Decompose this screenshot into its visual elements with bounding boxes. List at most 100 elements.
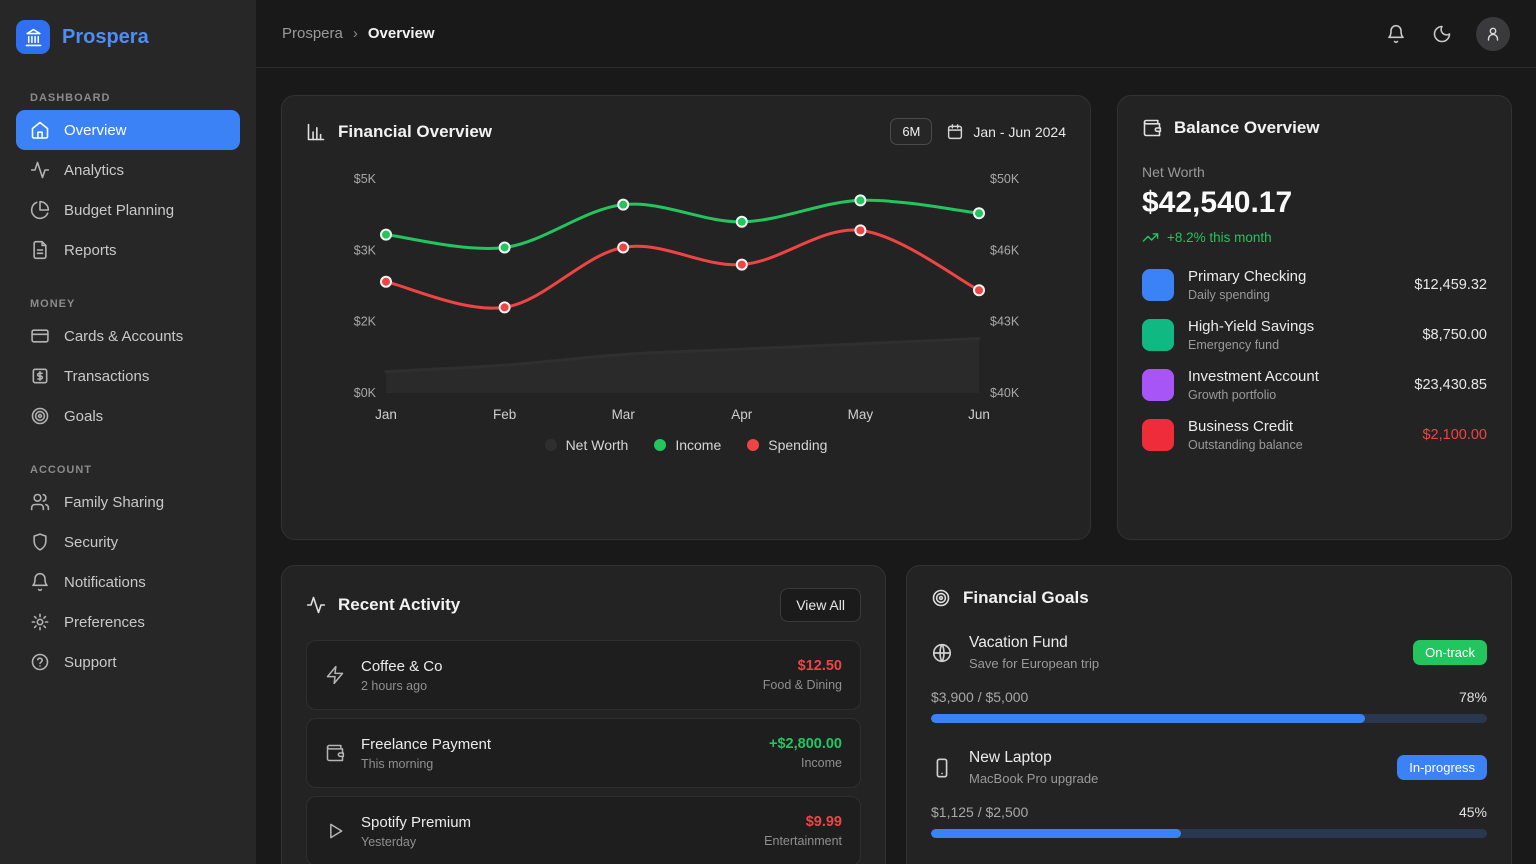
income-legend-dot [654, 439, 666, 451]
activity-item-freelance[interactable]: Freelance Payment This morning +$2,800.0… [306, 718, 861, 788]
sidebar-item-analytics[interactable]: Analytics [16, 150, 240, 190]
accounts-list: Primary Checking Daily spending $12,459.… [1142, 268, 1487, 452]
svg-text:$43K: $43K [990, 315, 1020, 329]
sidebar-item-support[interactable]: Support [16, 642, 240, 682]
notifications-button[interactable] [1384, 22, 1408, 46]
financial-chart-wrap: $5K$3K$2K$0K$50K$46K$43K$40KJanFebMarApr… [306, 159, 1066, 431]
legend-net-worth: Net Worth [545, 437, 629, 453]
account-color-swatch [1142, 369, 1174, 401]
sidebar-item-security[interactable]: Security [16, 522, 240, 562]
activity-item-spotify[interactable]: Spotify Premium Yesterday $9.99 Entertai… [306, 796, 861, 864]
sidebar-item-budget-planning[interactable]: Budget Planning [16, 190, 240, 230]
play-icon [325, 821, 345, 841]
sidebar-item-cards-accounts[interactable]: Cards & Accounts [16, 316, 240, 356]
activity-amount: $9.99 [764, 814, 842, 830]
net-worth-change-text: +8.2% this month [1167, 230, 1272, 245]
date-range-picker[interactable]: Jan - Jun 2024 [946, 123, 1066, 141]
goal-amounts: $1,125 / $2,500 [931, 804, 1028, 820]
globe-icon [931, 642, 953, 664]
spending-legend-dot [747, 439, 759, 451]
financial-goals-card: Financial Goals Vacation Fund Save for E… [906, 565, 1512, 864]
goal-vacation-fund[interactable]: Vacation Fund Save for European trip On-… [931, 634, 1487, 723]
sidebar-item-transactions[interactable]: Transactions [16, 356, 240, 396]
breadcrumb-separator: › [353, 25, 358, 42]
activity-item-coffee[interactable]: Coffee & Co 2 hours ago $12.50 Food & Di… [306, 640, 861, 710]
account-color-swatch [1142, 319, 1174, 351]
balance-overview-title: Balance Overview [1174, 118, 1320, 138]
legend-income: Income [654, 437, 721, 453]
activity-list: Coffee & Co 2 hours ago $12.50 Food & Di… [306, 640, 861, 864]
top-bar: Prospera › Overview [256, 0, 1536, 68]
activity-name: Freelance Payment [361, 736, 753, 753]
sidebar-item-notifications[interactable]: Notifications [16, 562, 240, 602]
sidebar-item-overview[interactable]: Overview [16, 110, 240, 150]
goal-progress-fill [931, 829, 1181, 838]
pie-chart-icon [30, 200, 50, 220]
goal-new-laptop[interactable]: New Laptop MacBook Pro upgrade In-progre… [931, 749, 1487, 838]
zap-icon [325, 665, 345, 685]
activity-category: Income [769, 756, 842, 770]
legend-spending: Spending [747, 437, 827, 453]
account-name: Primary Checking [1188, 268, 1400, 285]
svg-text:Feb: Feb [493, 407, 516, 422]
goal-progress-fill [931, 714, 1365, 723]
svg-text:Jan: Jan [375, 407, 397, 422]
activity-icon [306, 595, 326, 615]
sidebar-item-label: Preferences [64, 614, 145, 631]
account-row-high-yield-savings[interactable]: High-Yield Savings Emergency fund $8,750… [1142, 318, 1487, 352]
nav-section-label-account: ACCOUNT [0, 458, 256, 482]
account-amount: $12,459.32 [1414, 277, 1487, 293]
goal-desc: Save for European trip [969, 656, 1397, 671]
goal-name: Vacation Fund [969, 634, 1397, 652]
svg-text:Mar: Mar [612, 407, 636, 422]
sidebar-item-family-sharing[interactable]: Family Sharing [16, 482, 240, 522]
net-worth-change: +8.2% this month [1142, 229, 1487, 246]
account-name: Business Credit [1188, 418, 1408, 435]
goal-status-badge: On-track [1413, 640, 1487, 665]
net-worth-value: $42,540.17 [1142, 186, 1487, 220]
help-icon [30, 652, 50, 672]
user-avatar[interactable] [1476, 17, 1510, 51]
breadcrumb-root[interactable]: Prospera [282, 25, 343, 42]
sidebar-item-preferences[interactable]: Preferences [16, 602, 240, 642]
activity-category: Food & Dining [763, 678, 842, 692]
chart-legend: Net Worth Income Spending [306, 437, 1066, 453]
svg-text:$0K: $0K [354, 386, 377, 400]
activity-amount: $12.50 [763, 658, 842, 674]
account-color-swatch [1142, 419, 1174, 451]
financial-overview-title: Financial Overview [338, 122, 492, 142]
account-row-business-credit[interactable]: Business Credit Outstanding balance $2,1… [1142, 418, 1487, 452]
goal-status-badge: In-progress [1397, 755, 1487, 780]
main-area: Prospera › Overview Financial Ov [256, 0, 1536, 864]
sidebar-item-reports[interactable]: Reports [16, 230, 240, 270]
financial-chart: $5K$3K$2K$0K$50K$46K$43K$40KJanFebMarApr… [306, 159, 1068, 431]
account-row-investment-account[interactable]: Investment Account Growth portfolio $23,… [1142, 368, 1487, 402]
svg-text:$5K: $5K [354, 172, 377, 186]
legend-label: Income [675, 437, 721, 453]
legend-label: Spending [768, 437, 827, 453]
dollar-receipt-icon [30, 366, 50, 386]
account-name: High-Yield Savings [1188, 318, 1408, 335]
sidebar-item-label: Support [64, 654, 117, 671]
shield-icon [30, 532, 50, 552]
moon-icon [1432, 24, 1452, 44]
sidebar-item-label: Analytics [64, 162, 124, 179]
sidebar-item-label: Family Sharing [64, 494, 164, 511]
wallet-icon [325, 743, 345, 763]
account-name: Investment Account [1188, 368, 1400, 385]
goal-percent: 78% [1459, 689, 1487, 705]
net-worth-legend-dot [545, 439, 557, 451]
activity-name: Coffee & Co [361, 658, 747, 675]
svg-text:$40K: $40K [990, 386, 1020, 400]
theme-toggle-button[interactable] [1430, 22, 1454, 46]
account-amount: $2,100.00 [1422, 427, 1487, 443]
account-row-primary-checking[interactable]: Primary Checking Daily spending $12,459.… [1142, 268, 1487, 302]
account-sub: Outstanding balance [1188, 438, 1408, 452]
sidebar-item-label: Security [64, 534, 118, 551]
bar-chart-icon [306, 122, 326, 142]
view-all-button[interactable]: View All [780, 588, 861, 622]
range-6m-button[interactable]: 6M [890, 118, 932, 145]
goal-progress-track [931, 714, 1487, 723]
brand[interactable]: Prospera [0, 14, 256, 64]
sidebar-item-goals[interactable]: Goals [16, 396, 240, 436]
